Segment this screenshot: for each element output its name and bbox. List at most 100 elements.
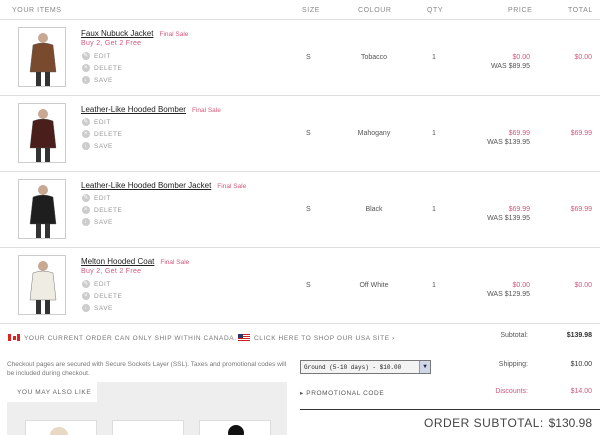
product-thumbnail[interactable]	[18, 179, 66, 239]
was-price: WAS $89.95	[490, 63, 530, 70]
download-icon: ↓	[82, 218, 90, 226]
usa-site-link[interactable]: CLICK HERE TO SHOP OUR USA SITE ›	[254, 335, 395, 342]
chevron-down-icon: ▼	[419, 361, 430, 373]
close-icon: ×	[82, 206, 90, 214]
delete-button[interactable]: × DELETE	[82, 292, 122, 300]
ymal-product-2[interactable]	[112, 420, 184, 435]
product-name-link[interactable]: Leather-Like Hooded Bomber Final Sale	[81, 105, 221, 114]
item-total: $69.99	[570, 130, 592, 137]
cart-row: Leather-Like Hooded Bomber Final Sale ✎ ED…	[0, 96, 600, 172]
canada-flag-icon	[8, 334, 20, 341]
product-name-link[interactable]: Melton Hooded Coat Final Sale	[81, 257, 189, 266]
you-may-also-like: YOU MAY ALSO LIKE	[7, 382, 287, 435]
col-total: TOTAL	[568, 7, 593, 14]
item-qty[interactable]: 1	[432, 206, 436, 213]
order-subtotal-value: $130.98	[548, 416, 592, 430]
promo-text: Buy 2, Get 2 Free	[81, 268, 142, 275]
subtotal-value: $139.98	[566, 332, 592, 339]
discounts-label: Discounts:	[495, 388, 528, 395]
product-thumbnail[interactable]	[18, 255, 66, 315]
usa-flag-icon	[238, 334, 250, 341]
order-subtotal-label: ORDER SUBTOTAL:	[424, 416, 544, 430]
discounts-value: $14.00	[570, 388, 592, 395]
close-icon: ×	[82, 130, 90, 138]
promo-code-toggle[interactable]: ▸ PROMOTIONAL CODE	[300, 389, 384, 397]
item-colour: Tobacco	[360, 54, 388, 61]
item-total: $0.00	[574, 54, 592, 61]
close-icon: ×	[82, 64, 90, 72]
item-price: $69.99 WAS $139.95	[487, 129, 530, 147]
download-icon: ↓	[82, 304, 90, 312]
col-items: YOUR ITEMS	[12, 7, 62, 14]
cart-row: Leather-Like Hooded Bomber Jacket Final S…	[0, 172, 600, 248]
item-colour: Mahogany	[357, 130, 391, 137]
ymal-product-1[interactable]	[25, 420, 97, 435]
close-icon: ×	[82, 292, 90, 300]
product-name-link[interactable]: Faux Nubuck Jacket Final Sale	[81, 29, 188, 38]
edit-icon: ✎	[82, 280, 90, 288]
ymal-product-3[interactable]	[199, 420, 271, 435]
cart-header: YOUR ITEMS SIZE COLOUR QTY PRICE TOTAL	[0, 0, 600, 20]
item-qty[interactable]: 1	[432, 282, 436, 289]
caret-right-icon: ▸	[300, 390, 304, 397]
item-colour: Off White	[359, 282, 389, 289]
edit-icon: ✎	[82, 194, 90, 202]
col-qty: QTY	[427, 7, 444, 14]
download-icon: ↓	[82, 76, 90, 84]
download-icon: ↓	[82, 142, 90, 150]
cart-row: Faux Nubuck Jacket Final Sale Buy 2, Get …	[0, 20, 600, 96]
delete-button[interactable]: × DELETE	[82, 64, 122, 72]
edit-icon: ✎	[82, 52, 90, 60]
was-price: WAS $139.95	[487, 139, 530, 146]
item-price: $0.00 WAS $129.95	[487, 281, 530, 299]
shipping-notice: YOUR CURRENT ORDER CAN ONLY SHIP WITHIN …	[0, 330, 600, 350]
product-thumbnail[interactable]	[18, 27, 66, 87]
final-sale-badge: Final Sale	[160, 259, 190, 266]
edit-button[interactable]: ✎ EDIT	[82, 194, 111, 202]
col-size: SIZE	[302, 7, 320, 14]
item-colour: Black	[365, 206, 383, 213]
edit-icon: ✎	[82, 118, 90, 126]
item-total: $69.99	[570, 206, 592, 213]
edit-button[interactable]: ✎ EDIT	[82, 118, 111, 126]
subtotal-divider	[300, 409, 600, 410]
sale-price: $0.00	[512, 282, 530, 289]
promo-text: Buy 2, Get 2 Free	[81, 40, 142, 47]
edit-button[interactable]: ✎ EDIT	[82, 52, 111, 60]
shipping-value: $10.00	[570, 361, 592, 368]
delete-button[interactable]: × DELETE	[82, 130, 122, 138]
sale-price: $69.99	[508, 206, 530, 213]
delete-button[interactable]: × DELETE	[82, 206, 122, 214]
was-price: WAS $129.95	[487, 291, 530, 298]
security-note: Checkout pages are secured with Secure S…	[7, 361, 287, 377]
final-sale-badge: Final Sale	[191, 107, 221, 114]
ymal-title: YOU MAY ALSO LIKE	[7, 382, 97, 402]
item-size: S	[306, 54, 311, 61]
item-size: S	[306, 130, 311, 137]
shipping-label: Shipping:	[498, 361, 528, 368]
item-size: S	[306, 282, 311, 289]
final-sale-badge: Final Sale	[217, 183, 247, 190]
item-qty[interactable]: 1	[432, 54, 436, 61]
chevron-right-icon: ›	[392, 335, 395, 342]
col-colour: COLOUR	[358, 7, 392, 14]
save-button[interactable]: ↓ SAVE	[82, 142, 113, 150]
col-price: PRICE	[508, 7, 533, 14]
sale-price: $0.00	[512, 54, 530, 61]
item-qty[interactable]: 1	[432, 130, 436, 137]
save-button[interactable]: ↓ SAVE	[82, 76, 113, 84]
cart-row: Melton Hooded Coat Final Sale Buy 2, Get …	[0, 248, 600, 324]
edit-button[interactable]: ✎ EDIT	[82, 280, 111, 288]
shipping-method-select[interactable]: Ground (5-10 days) - $10.00 ▼	[300, 360, 431, 374]
save-button[interactable]: ↓ SAVE	[82, 304, 113, 312]
product-thumbnail[interactable]	[18, 103, 66, 163]
was-price: WAS $139.95	[487, 215, 530, 222]
save-button[interactable]: ↓ SAVE	[82, 218, 113, 226]
canada-only-notice: YOUR CURRENT ORDER CAN ONLY SHIP WITHIN …	[24, 335, 237, 342]
item-price: $0.00 WAS $89.95	[491, 53, 530, 71]
final-sale-badge: Final Sale	[159, 31, 189, 38]
item-price: $69.99 WAS $139.95	[487, 205, 530, 223]
item-size: S	[306, 206, 311, 213]
subtotal-label: Subtotal:	[500, 332, 528, 339]
product-name-link[interactable]: Leather-Like Hooded Bomber Jacket Final S…	[81, 181, 246, 190]
